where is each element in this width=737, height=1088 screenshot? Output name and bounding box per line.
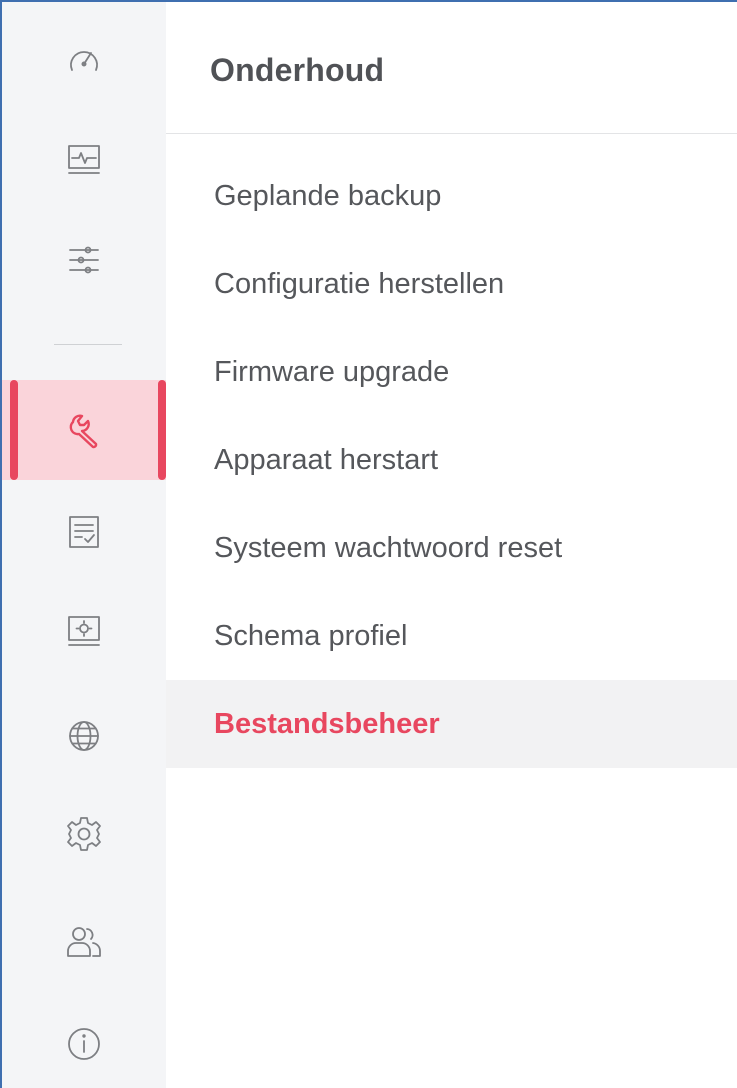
menu-item-schedule-profile[interactable]: Schema profiel (166, 592, 737, 680)
rail-item-dashboard[interactable] (2, 24, 166, 96)
gauge-icon (70, 51, 98, 71)
menu-item-device-restart[interactable]: Apparaat herstart (166, 416, 737, 504)
rail-item-settings[interactable] (2, 798, 166, 870)
sliders-icon (69, 246, 99, 274)
menu-item-file-management[interactable]: Bestandsbeheer (166, 680, 737, 768)
rail-divider (54, 344, 122, 345)
screen-settings-icon (68, 616, 100, 646)
activity-monitor-icon (68, 145, 100, 174)
rail-item-monitor[interactable] (2, 124, 166, 196)
users-icon (67, 927, 101, 957)
rail-item-system-screen[interactable] (2, 596, 166, 668)
rail-item-maintenance[interactable] (2, 380, 166, 480)
rail-item-users[interactable] (2, 906, 166, 978)
menu-item-system-password-reset[interactable]: Systeem wachtwoord reset (166, 504, 737, 592)
rail-item-logs[interactable] (2, 496, 166, 568)
wrench-icon (69, 414, 98, 449)
menu-item-restore-configuration[interactable]: Configuratie herstellen (166, 240, 737, 328)
icon-rail (2, 2, 166, 1088)
menu-item-firmware-upgrade[interactable]: Firmware upgrade (166, 328, 737, 416)
app-window: Onderhoud Geplande backup Configuratie h… (0, 0, 737, 1088)
checklist-icon (69, 516, 99, 548)
rail-item-info[interactable] (2, 1008, 166, 1080)
gear-icon (67, 817, 101, 851)
menu-item-scheduled-backup[interactable]: Geplande backup (166, 152, 737, 240)
submenu-panel: Onderhoud Geplande backup Configuratie h… (166, 2, 737, 1088)
rail-item-network[interactable] (2, 700, 166, 772)
globe-icon (69, 721, 99, 751)
info-icon (68, 1028, 100, 1060)
panel-header: Onderhoud (166, 2, 737, 134)
page-title: Onderhoud (210, 52, 385, 88)
rail-item-settings-sliders[interactable] (2, 224, 166, 296)
